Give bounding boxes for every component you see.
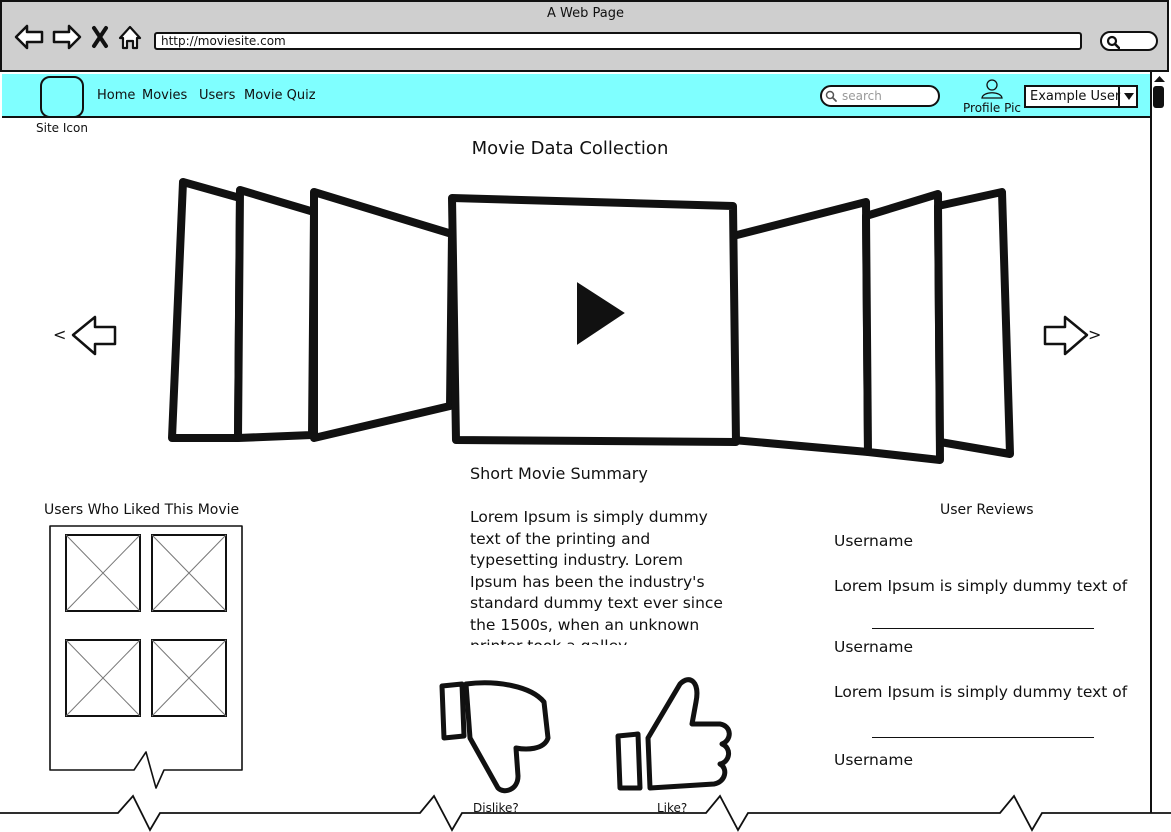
- liked-users-title: Users Who Liked This Movie: [44, 502, 240, 518]
- movie-carousel: [168, 178, 1014, 464]
- review-username[interactable]: Username: [834, 751, 913, 769]
- scrollbar[interactable]: [1150, 72, 1169, 832]
- user-avatar[interactable]: [151, 639, 227, 717]
- search-icon: [1106, 35, 1120, 49]
- carousel-prev-caret: <: [53, 325, 67, 344]
- url-bar[interactable]: http://moviesite.com: [154, 32, 1082, 50]
- carousel-card-left-2[interactable]: [234, 186, 318, 442]
- forward-icon[interactable]: [52, 24, 82, 50]
- thumbs-up-icon[interactable]: [614, 674, 738, 798]
- review-text: Lorem Ipsum is simply dummy text of the …: [834, 577, 1128, 600]
- profile-pic-label: Profile Pic: [963, 101, 1022, 115]
- thumbs-down-icon[interactable]: [436, 676, 560, 800]
- carousel-next-arrow[interactable]: [1042, 314, 1090, 358]
- review-username[interactable]: Username: [834, 532, 913, 550]
- review-divider: [872, 628, 1094, 629]
- nav-movies[interactable]: Movies: [142, 88, 187, 103]
- carousel-card-left-3[interactable]: [168, 178, 244, 442]
- page-title: Movie Data Collection: [471, 138, 669, 159]
- summary-text: Lorem Ipsum is simply dummy text of the …: [470, 508, 723, 645]
- review-text: Lorem Ipsum is simply dummy text of the …: [834, 683, 1128, 706]
- site-icon-label: Site Icon: [36, 121, 88, 135]
- home-icon[interactable]: [118, 25, 142, 50]
- nav-movie-quiz[interactable]: Movie Quiz: [244, 88, 316, 103]
- window-title: A Web Page: [547, 6, 624, 21]
- scroll-up-icon[interactable]: [1152, 74, 1167, 84]
- site-icon[interactable]: [40, 76, 84, 118]
- user-avatar[interactable]: [151, 534, 227, 612]
- nav-users[interactable]: Users: [199, 88, 235, 103]
- site-search-input[interactable]: search: [820, 85, 940, 107]
- liked-users-panel: [49, 525, 243, 789]
- review-username[interactable]: Username: [834, 638, 913, 656]
- browser-search-field[interactable]: [1100, 31, 1158, 51]
- user-avatar[interactable]: [65, 639, 141, 717]
- carousel-next-caret: >: [1088, 325, 1102, 344]
- carousel-card-right-2[interactable]: [862, 190, 944, 464]
- back-icon[interactable]: [14, 24, 44, 50]
- carousel-card-right-3[interactable]: [934, 188, 1014, 458]
- summary-title: Short Movie Summary: [470, 464, 648, 483]
- close-icon[interactable]: [92, 26, 108, 48]
- chevron-down-icon: [1124, 93, 1134, 100]
- search-icon: [825, 90, 837, 102]
- browser-toolbar-icons: [14, 24, 142, 50]
- carousel-prev-arrow[interactable]: [70, 314, 118, 358]
- user-avatar[interactable]: [65, 534, 141, 612]
- carousel-card-left-1[interactable]: [310, 188, 456, 442]
- nav-home[interactable]: Home: [97, 88, 135, 103]
- review-divider: [872, 737, 1094, 738]
- profile-icon[interactable]: [980, 78, 1004, 100]
- carousel-card-right-1[interactable]: [729, 198, 872, 456]
- scroll-thumb[interactable]: [1153, 86, 1164, 108]
- user-dropdown-toggle[interactable]: [1118, 85, 1138, 108]
- torn-page-edge: [0, 794, 1171, 832]
- reviews-title: User Reviews: [940, 502, 1034, 518]
